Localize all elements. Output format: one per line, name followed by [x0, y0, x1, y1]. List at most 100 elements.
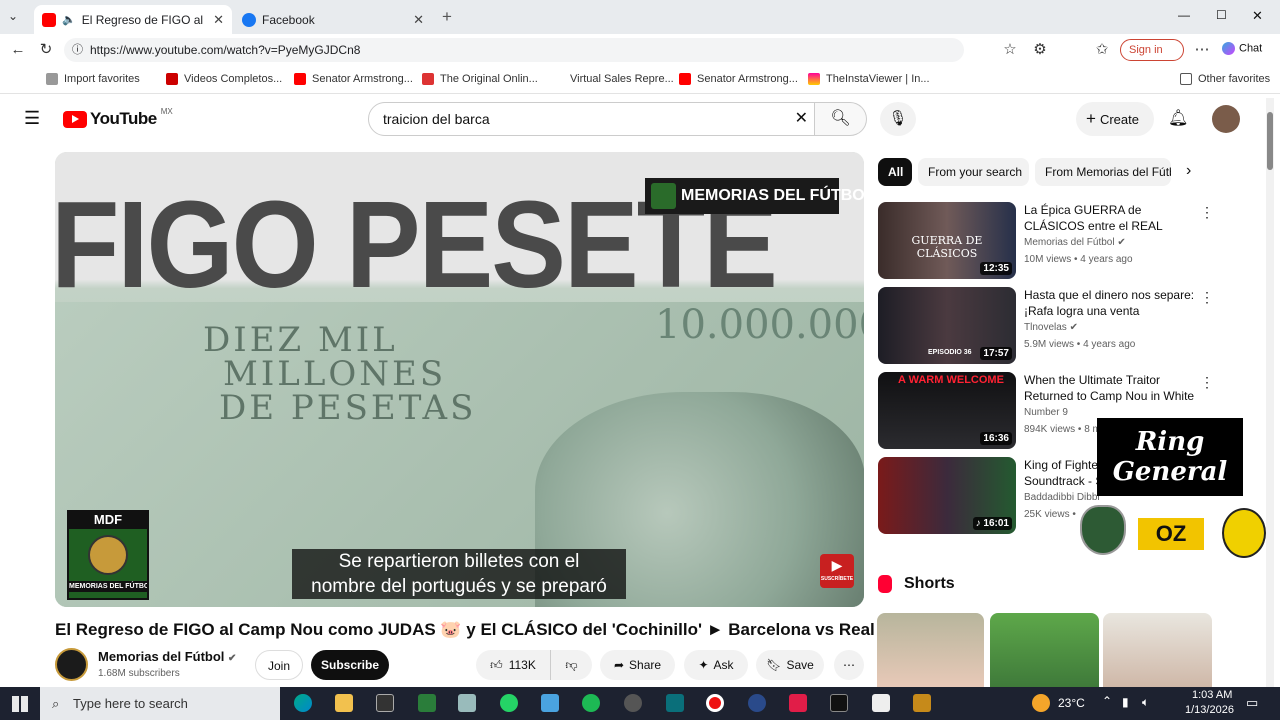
clock-date[interactable]: 1/13/2026	[1185, 704, 1234, 716]
chip-from-channel[interactable]: From Memorias del Fútbol	[1035, 158, 1171, 186]
channel-watermark: MEMORIAS DEL FÚTBOL	[645, 178, 864, 214]
bookmark-item[interactable]: Senator Armstrong...	[294, 73, 413, 85]
more-vertical-icon[interactable]: ⋮	[1200, 374, 1214, 391]
more-icon[interactable]: ⋯	[1192, 40, 1212, 60]
maximize-icon[interactable]: ☐	[1216, 8, 1227, 22]
window-close-icon[interactable]: ✕	[1252, 8, 1263, 24]
voice-search-button[interactable]: 🎙︎	[880, 102, 916, 136]
scrollbar-thumb[interactable]	[1267, 112, 1273, 170]
video-player[interactable]: FIGO PESETE DIEZ MIL MILLONES DE PESETAS…	[55, 152, 864, 607]
join-button[interactable]: Join	[255, 650, 303, 680]
signin-button[interactable]: Sign in	[1120, 39, 1184, 61]
video-thumbnail[interactable]: GUERRA DE CLÁSICOS 12:35	[878, 202, 1016, 279]
thumbnail-text: GUERRA DE CLÁSICOS	[911, 234, 983, 260]
youtube-favicon-icon	[679, 73, 691, 85]
chat-label: Chat	[1239, 42, 1263, 55]
notifications-bell-icon[interactable]: 🔔︎	[1168, 108, 1188, 128]
clear-search-icon[interactable]: ✕	[795, 103, 808, 135]
bookmark-item[interactable]: Other favorites	[1180, 73, 1270, 85]
more-actions-button[interactable]: ⋯	[834, 650, 864, 680]
favorites-icon[interactable]: ✩	[1092, 40, 1112, 60]
site-info-icon[interactable]: ⓘ	[72, 38, 83, 62]
recommendation-item[interactable]: GUERRA DE CLÁSICOS 12:35 La Épica GUERRA…	[878, 202, 1258, 282]
address-bar[interactable]: ⓘ https://www.youtube.com/watch?v=PyeMyG…	[64, 38, 964, 62]
windows-start-icon[interactable]	[12, 696, 28, 712]
tab-youtube[interactable]: 🔈 El Regreso de FIGO al Camp Nou ✕	[34, 5, 232, 34]
channel-avatar[interactable]	[55, 648, 88, 681]
chip-all[interactable]: All	[878, 158, 912, 186]
bookmark-item[interactable]: Senator Armstrong...	[679, 73, 798, 85]
close-icon[interactable]: ✕	[407, 12, 424, 28]
youtube-logo[interactable]: YouTube MX	[63, 107, 173, 129]
tab-list-icon[interactable]: ⌄	[8, 9, 18, 23]
tab-facebook[interactable]: Facebook ✕	[234, 5, 432, 34]
bookmark-item[interactable]: Virtual Sales Repre...	[552, 73, 674, 85]
app-icon[interactable]	[541, 694, 559, 712]
short-thumbnail[interactable]	[877, 613, 984, 687]
taskbar-search-input[interactable]: ⌕ Type here to search	[40, 687, 280, 720]
tray-chevron-icon[interactable]: ⌃	[1102, 694, 1112, 708]
save-button[interactable]: 🔖︎ Save	[756, 650, 824, 680]
minimize-icon[interactable]: —	[1178, 8, 1190, 22]
app-icon[interactable]	[624, 694, 642, 712]
epic-games-icon[interactable]	[376, 694, 394, 712]
share-button[interactable]: ➦ Share	[600, 650, 675, 680]
chevron-right-icon[interactable]: ›	[1186, 162, 1191, 180]
create-button[interactable]: + Create	[1076, 102, 1154, 136]
channel-name[interactable]: Memorias del Fútbol ✔	[98, 649, 236, 664]
temperature[interactable]: 23°C	[1058, 696, 1085, 710]
menu-icon[interactable]: ☰	[24, 108, 40, 129]
avatar[interactable]	[1212, 105, 1240, 133]
audio-app-icon[interactable]	[830, 694, 848, 712]
record-icon[interactable]	[706, 694, 724, 712]
more-vertical-icon[interactable]: ⋮	[1200, 289, 1214, 306]
network-icon[interactable]: ▮	[1122, 695, 1129, 709]
app-icon[interactable]	[872, 694, 890, 712]
close-icon[interactable]: ✕	[207, 12, 224, 28]
bookmark-item[interactable]: TheInstaViewer | In...	[808, 73, 930, 85]
caption-line: nombre del portugués y se preparó	[292, 574, 626, 599]
short-thumbnail[interactable]	[1103, 613, 1212, 687]
ask-button[interactable]: ✦ Ask	[684, 650, 748, 680]
share-icon: ➦	[613, 658, 625, 672]
extensions-icon[interactable]: ⚙	[1030, 40, 1050, 60]
app-icon[interactable]	[666, 694, 684, 712]
recommendation-item[interactable]: EPISODIO 36 17:57 Hasta que el dinero no…	[878, 287, 1258, 367]
app-icon[interactable]	[418, 694, 436, 712]
copilot-chat-button[interactable]: Chat	[1222, 42, 1262, 55]
whatsapp-icon[interactable]	[500, 694, 518, 712]
subscribe-overlay-button[interactable]: ▶ SUSCRÍBETE	[820, 554, 854, 588]
volume-icon[interactable]: 🔈︎	[1142, 695, 1149, 710]
dislike-button[interactable]: 👎︎	[550, 650, 592, 680]
page-scrollbar[interactable]	[1266, 98, 1274, 687]
more-vertical-icon[interactable]: ⋮	[1200, 204, 1214, 221]
video-thumbnail[interactable]: ♪ 16:01	[878, 457, 1016, 534]
subscribe-button[interactable]: Subscribe	[311, 650, 389, 680]
bookmark-item[interactable]: Import favorites	[46, 73, 140, 85]
copilot-icon	[1222, 42, 1235, 55]
search-button[interactable]: 🔍︎	[815, 102, 867, 136]
speaker-icon[interactable]: 🔈	[62, 13, 76, 26]
bookmark-item[interactable]: Videos Completos...	[166, 73, 282, 85]
video-thumbnail[interactable]: A WARM WELCOME 16:36	[878, 372, 1016, 449]
refresh-icon[interactable]: ↻	[36, 40, 56, 60]
app-icon[interactable]	[913, 694, 931, 712]
spotify-icon[interactable]	[582, 694, 600, 712]
notifications-icon[interactable]: ▭	[1246, 695, 1258, 711]
back-icon[interactable]: ←	[8, 40, 28, 60]
edge-icon[interactable]	[294, 694, 312, 712]
search-input[interactable]: traicion del barca ✕	[368, 102, 815, 136]
star-icon[interactable]: ☆	[1000, 40, 1020, 60]
new-tab-icon[interactable]: +	[442, 7, 452, 27]
oz-text: OZ	[1155, 521, 1187, 546]
app-icon[interactable]	[748, 694, 766, 712]
short-thumbnail[interactable]	[990, 613, 1099, 687]
like-button[interactable]: 👍︎ 113K	[476, 650, 550, 680]
file-explorer-icon[interactable]	[335, 694, 353, 712]
video-thumbnail[interactable]: EPISODIO 36 17:57	[878, 287, 1016, 364]
app-icon[interactable]	[458, 694, 476, 712]
clock-time[interactable]: 1:03 AM	[1192, 689, 1232, 701]
tiktok-icon[interactable]	[789, 694, 807, 712]
chip-from-search[interactable]: From your search	[918, 158, 1029, 186]
bookmark-item[interactable]: The Original Onlin...	[422, 73, 538, 85]
